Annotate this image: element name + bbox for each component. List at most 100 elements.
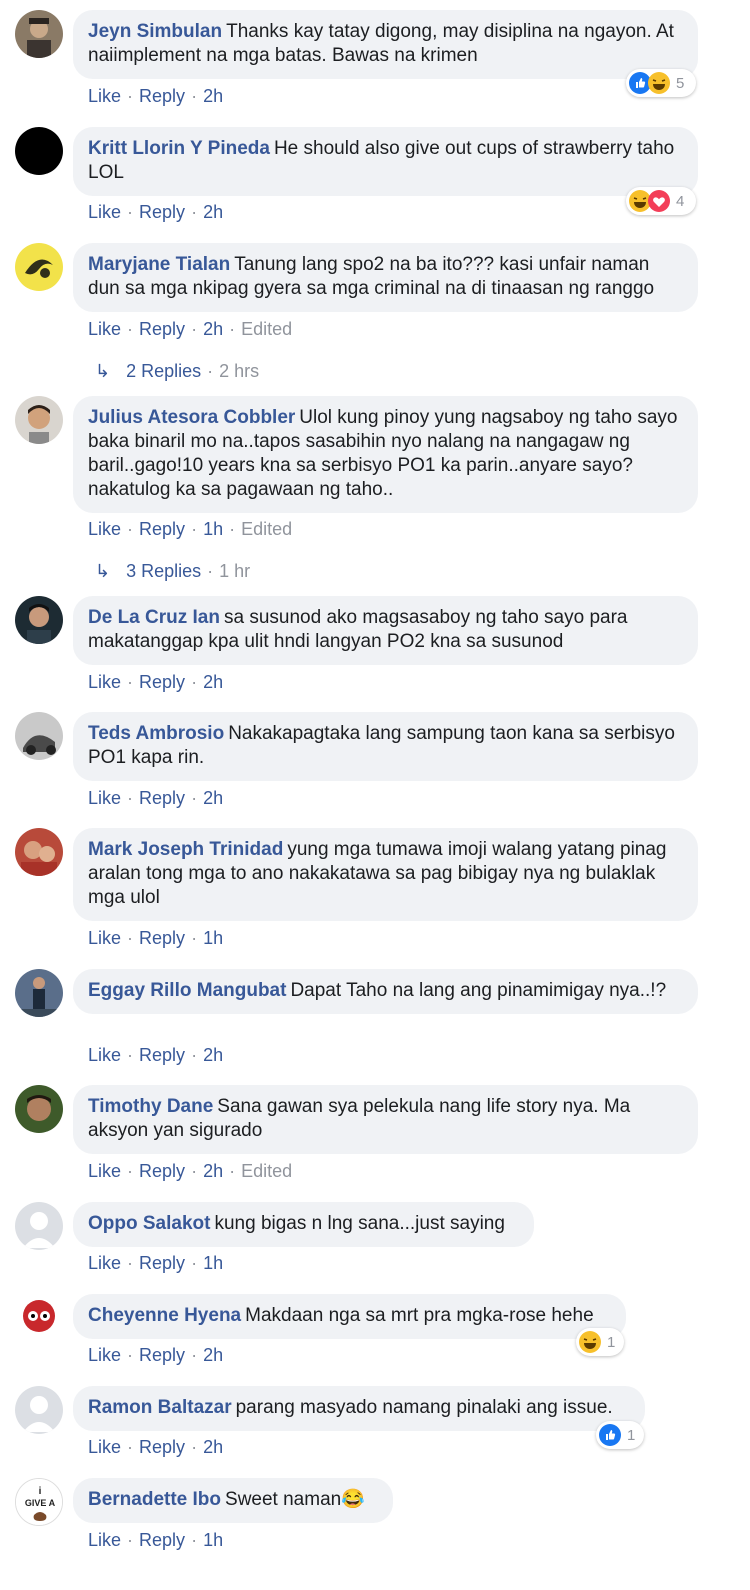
avatar[interactable] <box>15 10 63 58</box>
comment-author[interactable]: Oppo Salakot <box>88 1213 210 1234</box>
comment-author[interactable]: Kritt Llorin Y Pineda <box>88 138 270 159</box>
reply-link[interactable]: Reply <box>139 672 185 692</box>
replies-count[interactable]: 3 Replies <box>126 561 201 581</box>
like-link[interactable]: Like <box>88 1530 121 1550</box>
view-replies[interactable]: ↳ 3 Replies · 1 hr <box>95 561 250 582</box>
comment-bubble: Mark Joseph Trinidad yung mga tumawa imoj… <box>73 828 698 921</box>
comment-actions: Like · Reply · 2h · Edited <box>88 319 293 339</box>
like-reaction-icon <box>599 1424 621 1446</box>
avatar[interactable] <box>15 1386 63 1434</box>
avatar[interactable] <box>15 828 63 876</box>
avatar[interactable] <box>15 1085 63 1133</box>
comment-time[interactable]: 2h <box>203 319 223 339</box>
comment-author[interactable]: Teds Ambrosio <box>88 723 224 744</box>
reply-link[interactable]: Reply <box>139 1161 185 1181</box>
avatar[interactable] <box>15 243 63 291</box>
comment-bubble: Maryjane Tialan Tanung lang spo2 na ba it… <box>73 243 698 312</box>
like-link[interactable]: Like <box>88 928 121 948</box>
comment-actions: Like · Reply · 2h <box>88 202 224 222</box>
svg-text:i: i <box>39 1486 42 1497</box>
reply-link[interactable]: Reply <box>139 519 185 539</box>
reply-link[interactable]: Reply <box>139 1530 185 1550</box>
comment-text: Dapat Taho na lang ang pinamimigay nya..… <box>290 980 667 1001</box>
reaction-summary[interactable]: 1 <box>576 1328 624 1356</box>
reaction-summary[interactable]: 1 <box>596 1421 644 1449</box>
comment-bubble: Ramon Baltazar parang masyado namang pina… <box>73 1386 645 1431</box>
comment-time[interactable]: 2h <box>203 1345 223 1365</box>
comment-author[interactable]: De La Cruz Ian <box>88 607 220 628</box>
reaction-summary[interactable]: 5 <box>626 69 696 97</box>
comment-actions: Like · Reply · 1h <box>88 1253 224 1273</box>
comment-time[interactable]: 1h <box>203 519 223 539</box>
comment-author[interactable]: Maryjane Tialan <box>88 254 230 275</box>
like-link[interactable]: Like <box>88 672 121 692</box>
reply-link[interactable]: Reply <box>139 202 185 222</box>
comment-time[interactable]: 2h <box>203 672 223 692</box>
comment-time[interactable]: 2h <box>203 202 223 222</box>
comment-author[interactable]: Mark Joseph Trinidad <box>88 839 283 860</box>
reaction-count: 4 <box>676 192 685 210</box>
comment-author[interactable]: Julius Atesora Cobbler <box>88 407 295 428</box>
replies-count[interactable]: 2 Replies <box>126 361 201 381</box>
avatar[interactable] <box>15 127 63 175</box>
avatar[interactable]: i GIVE A <box>15 1478 63 1526</box>
like-link[interactable]: Like <box>88 1345 121 1365</box>
comment-time[interactable]: 1h <box>203 1253 223 1273</box>
reply-link[interactable]: Reply <box>139 1045 185 1065</box>
like-link[interactable]: Like <box>88 1045 121 1065</box>
comment-time[interactable]: 2h <box>203 1437 223 1457</box>
comment-time[interactable]: 2h <box>203 788 223 808</box>
avatar[interactable] <box>15 969 63 1017</box>
reply-link[interactable]: Reply <box>139 1253 185 1273</box>
comment-author[interactable]: Timothy Dane <box>88 1096 213 1117</box>
comment-actions: Like · Reply · 2h <box>88 86 224 106</box>
comment-actions: Like · Reply · 2h <box>88 1045 224 1065</box>
comment-time[interactable]: 2h <box>203 1161 223 1181</box>
comment-bubble: Eggay Rillo Mangubat Dapat Taho na lang a… <box>73 969 698 1014</box>
like-link[interactable]: Like <box>88 1437 121 1457</box>
avatar[interactable] <box>15 396 63 444</box>
reaction-summary[interactable]: 4 <box>626 187 696 215</box>
comment-time[interactable]: 1h <box>203 1530 223 1550</box>
reply-link[interactable]: Reply <box>139 928 185 948</box>
view-replies[interactable]: ↳ 2 Replies · 2 hrs <box>95 361 259 382</box>
comment-bubble: Teds Ambrosio Nakakapagtaka lang sampung … <box>73 712 698 781</box>
reply-link[interactable]: Reply <box>139 319 185 339</box>
comment-author[interactable]: Bernadette Ibo <box>88 1489 221 1510</box>
comment-actions: Like · Reply · 2h <box>88 672 224 692</box>
reply-link[interactable]: Reply <box>139 1437 185 1457</box>
comment-time[interactable]: 2h <box>203 1045 223 1065</box>
comment-actions: Like · Reply · 2h <box>88 1345 224 1365</box>
avatar[interactable] <box>15 1202 63 1250</box>
comment-time[interactable]: 2h <box>203 86 223 106</box>
comment-author[interactable]: Eggay Rillo Mangubat <box>88 980 286 1001</box>
comment-bubble: Oppo Salakot kung bigas n lng sana...just… <box>73 1202 534 1247</box>
reaction-count: 1 <box>627 1426 636 1444</box>
avatar[interactable] <box>15 596 63 644</box>
reply-link[interactable]: Reply <box>139 788 185 808</box>
like-link[interactable]: Like <box>88 1161 121 1181</box>
reply-link[interactable]: Reply <box>139 86 185 106</box>
reaction-count: 1 <box>607 1333 616 1351</box>
avatar[interactable] <box>15 712 63 760</box>
reply-link[interactable]: Reply <box>139 1345 185 1365</box>
like-link[interactable]: Like <box>88 202 121 222</box>
like-link[interactable]: Like <box>88 86 121 106</box>
replies-time: 1 hr <box>219 561 251 581</box>
comment-actions: Like · Reply · 1h <box>88 1530 224 1550</box>
like-link[interactable]: Like <box>88 519 121 539</box>
like-link[interactable]: Like <box>88 1253 121 1273</box>
comment-author[interactable]: Jeyn Simbulan <box>88 21 222 42</box>
haha-reaction-icon <box>579 1331 601 1353</box>
comment-bubble: Julius Atesora Cobbler Ulol kung pinoy yu… <box>73 396 698 513</box>
comment-author[interactable]: Ramon Baltazar <box>88 1397 232 1418</box>
comment-author[interactable]: Cheyenne Hyena <box>88 1305 241 1326</box>
avatar[interactable] <box>15 1294 63 1342</box>
comment-bubble: Cheyenne Hyena Makdaan nga sa mrt pra mgk… <box>73 1294 626 1339</box>
comment-text: kung bigas n lng sana...just saying <box>214 1213 505 1234</box>
edited-label: Edited <box>241 319 293 339</box>
like-link[interactable]: Like <box>88 319 121 339</box>
comment-time[interactable]: 1h <box>203 928 223 948</box>
like-link[interactable]: Like <box>88 788 121 808</box>
edited-label: Edited <box>241 519 293 539</box>
